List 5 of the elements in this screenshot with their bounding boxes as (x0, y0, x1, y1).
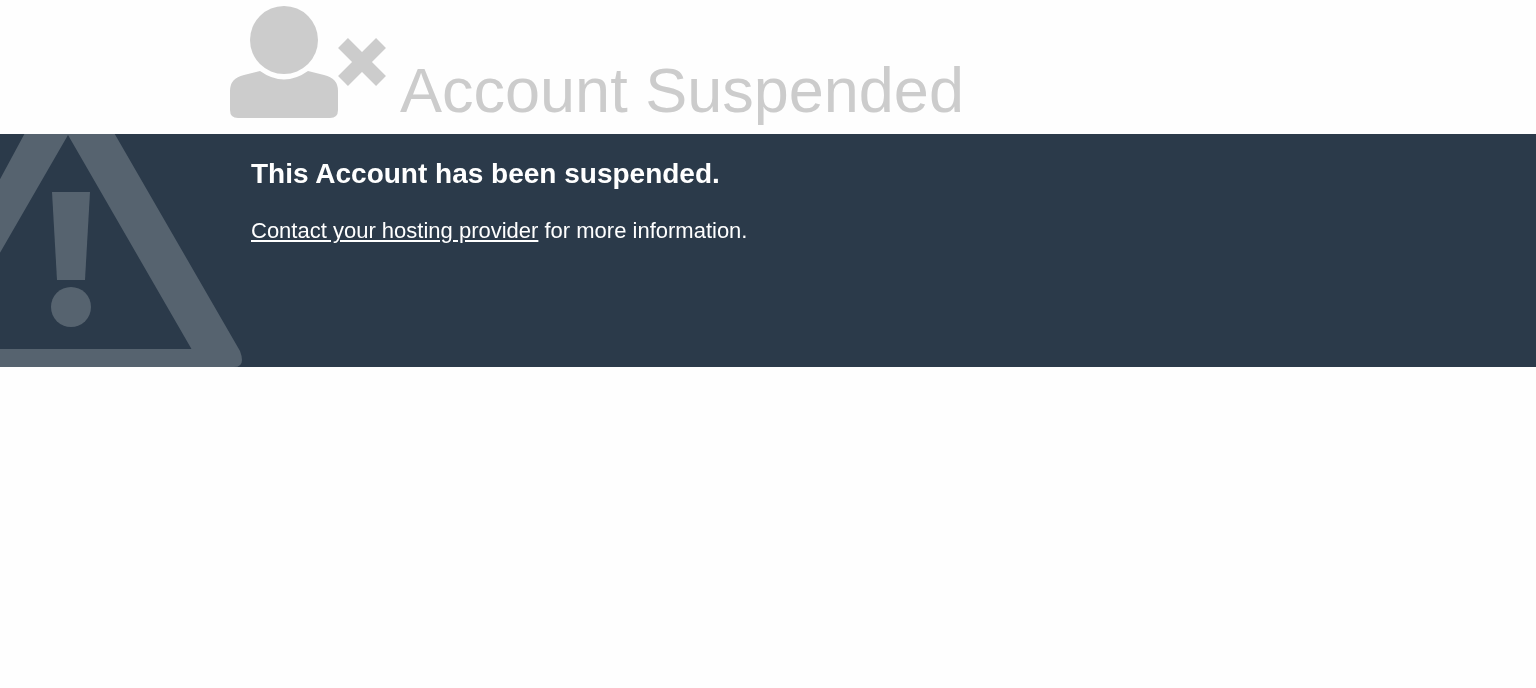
x-mark-icon (338, 38, 386, 86)
contact-link[interactable]: Contact your hosting provider (251, 218, 539, 243)
notice-message: Contact your hosting provider for more information. (251, 218, 748, 243)
notice-heading: This Account has been suspended. (251, 158, 720, 190)
user-icon (230, 6, 340, 118)
